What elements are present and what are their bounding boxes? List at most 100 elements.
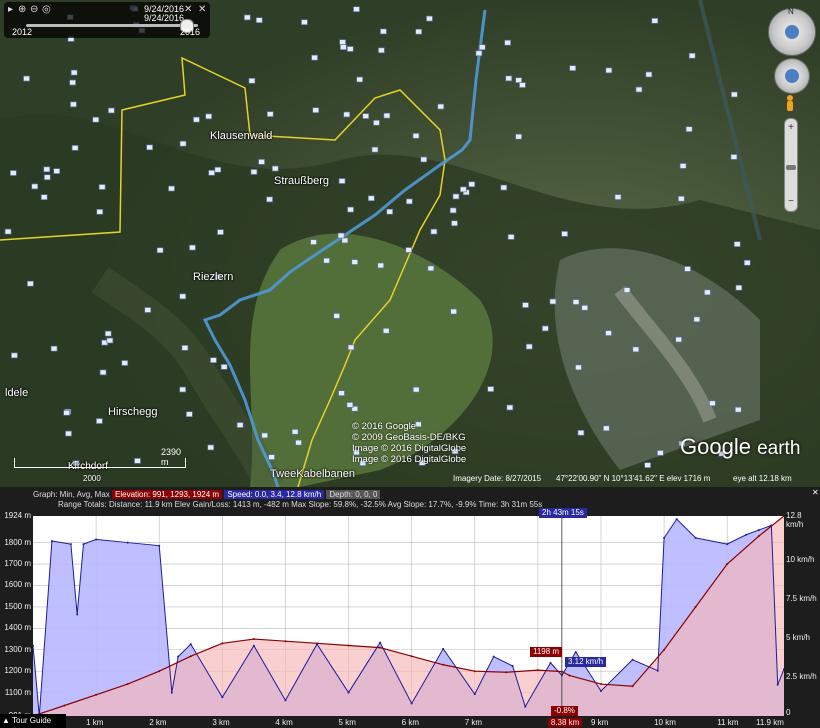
settings-time-icon[interactable]: ◎ (42, 4, 51, 15)
zoom-out-button[interactable]: − (785, 197, 797, 207)
zoom-in-button[interactable]: + (785, 123, 797, 133)
y-right-tick-label: 0 (786, 708, 791, 717)
elevation-point (158, 670, 161, 673)
poi-marker-icon (414, 421, 422, 428)
speed-point (69, 543, 72, 546)
play-icon[interactable]: ▸ (8, 4, 13, 15)
close-icon[interactable]: ✕ (198, 4, 206, 15)
poi-marker-icon (377, 262, 385, 269)
y-left-tick-label: 1500 m (4, 601, 31, 611)
x-tick-label: 2 km (149, 718, 167, 727)
range-totals: Range Totals: Distance: 11.9 km Elev Gai… (58, 500, 543, 509)
look-joystick[interactable]: N (768, 7, 816, 56)
poi-marker-icon (693, 316, 701, 323)
poi-marker-icon (65, 430, 72, 437)
poi-marker-icon (337, 232, 345, 239)
poi-marker-icon (99, 369, 107, 376)
speed-point (347, 691, 350, 694)
poi-marker-icon (657, 450, 664, 456)
wrench-icon[interactable]: ✕ (184, 4, 192, 15)
speed-point (492, 655, 495, 658)
x-tick-label: 1 km (86, 718, 104, 727)
chart-plot-area[interactable] (32, 515, 785, 717)
graph-prefix: Graph: Min, Avg, Max (33, 490, 110, 499)
street-view-pegman-icon[interactable] (785, 95, 795, 111)
y-left-tick-label: 1200 m (4, 666, 31, 676)
poi-marker-icon (378, 47, 385, 54)
poi-marker-icon (311, 54, 318, 61)
poi-marker-icon (92, 116, 100, 123)
speed-stat-button[interactable]: Speed: 0.0, 3.4, 12.8 km/h (224, 490, 325, 499)
y-left-tick-label: 1800 m (4, 537, 31, 547)
zoom-slider[interactable]: + − (784, 118, 798, 212)
speed-point (76, 613, 79, 616)
poi-marker-icon (478, 44, 486, 51)
speed-point (675, 518, 678, 521)
poi-marker-icon (347, 206, 354, 213)
poi-marker-icon (23, 75, 30, 82)
poi-marker-icon (168, 185, 175, 192)
poi-marker-icon (338, 390, 345, 397)
place-straussberg[interactable]: Straußberg (274, 175, 329, 187)
y-left-tick-label: 1924 m (4, 511, 31, 520)
poi-marker-icon (353, 6, 360, 13)
poi-marker-icon (255, 17, 263, 24)
map-view[interactable]: Klausenwald Straußberg Riezlern Hirscheg… (0, 0, 820, 487)
zoom-out-time-icon[interactable]: ⊖ (30, 4, 38, 15)
poi-marker-icon (451, 220, 458, 227)
place-oldele[interactable]: ldele (5, 387, 28, 399)
poi-marker-icon (475, 50, 483, 57)
elevation-stat-button[interactable]: Elevation: 991, 1293, 1924 m (112, 490, 223, 499)
tour-guide-button[interactable]: ▲ Tour Guide (0, 714, 66, 728)
time-slider-panel: ▸ ⊕ ⊖ ◎ ✕ ✕ 9/24/2016 9/24/2016 2012 201… (4, 2, 210, 38)
y-left-tick-label: 1400 m (4, 623, 31, 633)
place-klausenwald[interactable]: Klausenwald (210, 130, 272, 142)
poi-marker-icon (70, 69, 78, 76)
poi-marker-icon (50, 345, 58, 352)
elevation-point (473, 670, 476, 673)
poi-marker-icon (339, 44, 347, 50)
credit-line: © 2009 GeoBasis-DE/BKG (352, 432, 466, 443)
poi-marker-icon (63, 409, 70, 416)
zoom-in-time-icon[interactable]: ⊕ (18, 4, 26, 15)
elevation-point (252, 638, 255, 641)
speed-point (158, 544, 161, 547)
time-marker-label: 2h 43m 15s (539, 508, 587, 518)
place-hirschegg[interactable]: Hirschegg (108, 406, 158, 418)
speed-point (252, 644, 255, 647)
cursor-elevation-label: 1198 m (530, 647, 563, 657)
elevation-point (599, 683, 602, 686)
poi-marker-icon (362, 113, 370, 119)
poi-marker-icon (208, 169, 215, 176)
google-earth-logo: Google earth (680, 434, 801, 459)
x-tick-label: 11.9 km (756, 718, 784, 727)
x-tick-label: 5 km (338, 718, 356, 727)
time-slider-track[interactable] (26, 24, 198, 27)
poi-marker-icon (70, 101, 77, 108)
depth-stat-button[interactable]: Depth: 0, 0, 0 (326, 490, 381, 499)
close-profile-icon[interactable]: ✕ (812, 488, 819, 497)
poi-marker-icon (96, 208, 104, 215)
poi-marker-icon (243, 14, 251, 21)
poi-marker-icon (333, 313, 341, 319)
poi-marker-icon (11, 352, 18, 359)
poi-marker-icon (450, 308, 458, 315)
move-joystick[interactable] (774, 58, 810, 94)
poi-marker-icon (323, 257, 330, 264)
poi-marker-icon (179, 386, 187, 393)
speed-point (726, 543, 729, 546)
speed-point (776, 683, 779, 686)
place-tweekabelbanen[interactable]: TweeKabelbanen (270, 468, 355, 480)
poi-marker-icon (730, 91, 738, 98)
poi-marker-icon (248, 77, 256, 84)
place-riezlern[interactable]: Riezlern (193, 271, 233, 283)
poi-marker-icon (577, 429, 585, 436)
poi-marker-icon (685, 126, 693, 133)
poi-marker-icon (301, 19, 308, 26)
zoom-handle[interactable] (786, 165, 796, 170)
poi-marker-icon (27, 280, 34, 287)
poi-marker-icon (291, 428, 299, 435)
elevation-chart[interactable] (32, 515, 785, 717)
poi-marker-icon (522, 302, 529, 308)
poi-marker-icon (506, 404, 514, 411)
